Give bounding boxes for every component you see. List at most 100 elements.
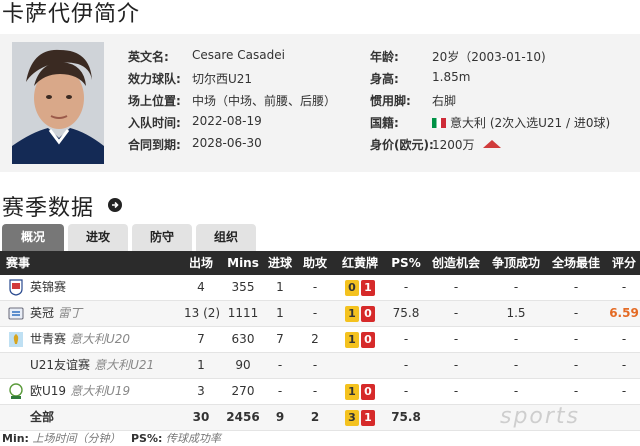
competition-name[interactable]: 世青赛 意大利U20 (30, 327, 180, 352)
rating: - (621, 280, 627, 294)
goals: 7 (276, 332, 284, 346)
man-of-match: - (573, 384, 579, 398)
market-value-label: 身价(欧元): (370, 138, 434, 152)
rating: - (621, 358, 627, 372)
rating: - (621, 384, 627, 398)
goals: 1 (276, 280, 284, 294)
player-photo (12, 42, 104, 164)
red-card-count: 0 (361, 331, 375, 348)
mins: 1111 (227, 306, 259, 320)
total-pass-success: 75.8 (391, 410, 421, 424)
col-competition: 赛事 (6, 256, 31, 270)
table-row: 英锦赛 4 355 1 - 01 - - - - - (0, 275, 640, 301)
team-value[interactable]: 切尔西U21 (192, 70, 252, 87)
chances-created: - (453, 280, 459, 294)
english-name-value: Cesare Casadei (192, 48, 285, 62)
man-of-match: - (573, 332, 579, 346)
pass-success: - (403, 332, 409, 346)
nationality-label: 国籍: (370, 116, 399, 130)
assists: 2 (311, 332, 319, 346)
col-rating: 评分 (611, 256, 636, 270)
team-name[interactable]: 意大利U20 (70, 332, 130, 346)
italy-flag-icon (432, 118, 446, 128)
team-label: 效力球队: (128, 72, 181, 86)
arrow-right-icon[interactable] (108, 198, 122, 212)
assists: - (312, 306, 318, 320)
yellow-card-count: 1 (345, 305, 359, 322)
aerials-won: - (513, 332, 519, 346)
cards: 01 (336, 275, 384, 300)
tab-organization[interactable]: 组织 (196, 224, 256, 251)
trend-up-icon (482, 140, 501, 148)
watermark-logo: sports (500, 404, 581, 429)
join-date-label: 入队时间: (128, 116, 181, 130)
tab-defense[interactable]: 防守 (132, 224, 192, 251)
goals: - (277, 384, 283, 398)
competition-name[interactable]: 英冠 雷丁 (30, 301, 180, 326)
apps: 1 (197, 358, 205, 372)
nationality-value: 意大利 (2次入选U21 / 进0球) (432, 114, 610, 131)
legend-min-key: Min: (2, 432, 29, 445)
height-label: 身高: (370, 72, 399, 86)
chances-created: - (453, 306, 459, 320)
market-value-text: 1200万 (432, 138, 475, 152)
legend-ps-key: PS%: (130, 432, 163, 445)
rating: 6.59 (609, 306, 639, 320)
col-chances: 创造机会 (431, 256, 480, 270)
goals: 1 (276, 306, 284, 320)
red-card-count: 0 (361, 305, 375, 322)
tab-overview[interactable]: 概况 (2, 224, 64, 251)
total-apps: 30 (192, 410, 210, 424)
total-cards: 31 (336, 405, 384, 430)
total-assists: 2 (310, 410, 320, 424)
apps: 13 (2) (184, 306, 221, 320)
team-name[interactable]: 意大利U19 (70, 384, 130, 398)
competition-name[interactable]: 英锦赛 (30, 275, 180, 300)
team-name[interactable]: 雷丁 (58, 306, 82, 320)
table-row: 欧U19 意大利U19 3 270 - - 10 - - - - - (0, 379, 640, 405)
competition-name[interactable]: U21友谊赛 意大利U21 (30, 353, 180, 378)
competition-label: U21友谊赛 (30, 358, 91, 372)
competition-label: 世青赛 (30, 332, 67, 346)
stats-tabs: 概况 进攻 防守 组织 (0, 224, 640, 251)
preferred-foot-label: 惯用脚: (370, 94, 411, 108)
age-value: 20岁（2003-01-10) (432, 50, 546, 64)
mins: 630 (231, 332, 255, 346)
position-label: 场上位置: (128, 94, 181, 108)
join-date-value: 2022-08-19 (192, 114, 262, 128)
apps: 4 (197, 280, 205, 294)
legend-ps-text: 传球成功率 (165, 432, 221, 445)
preferred-foot-value: 右脚 (432, 94, 457, 108)
competition-label: 欧U19 (30, 384, 67, 398)
apps: 7 (197, 332, 205, 346)
competition-label: 英冠 (30, 306, 55, 320)
yellow-card-count: 1 (345, 383, 359, 400)
col-mins: Mins (227, 256, 259, 270)
red-card-count: 0 (361, 383, 375, 400)
efl-trophy-icon (9, 279, 23, 296)
cards: 10 (336, 301, 384, 326)
euro-u19-icon (9, 383, 23, 399)
aerials-won: - (513, 280, 519, 294)
yellow-card-count: 1 (345, 331, 359, 348)
mins: 90 (235, 358, 251, 372)
competition-name[interactable]: 欧U19 意大利U19 (30, 379, 180, 404)
pass-success: - (403, 280, 409, 294)
cards: 10 (336, 327, 384, 352)
team-name[interactable]: 意大利U21 (94, 358, 154, 372)
col-goals: 进球 (267, 256, 292, 270)
legend-min-text: 上场时间（分钟） (32, 432, 121, 445)
man-of-match: - (573, 306, 579, 320)
col-assists: 助攻 (302, 256, 327, 270)
u20-world-cup-icon (9, 332, 23, 347)
chances-created: - (453, 384, 459, 398)
tab-attack[interactable]: 进攻 (68, 224, 128, 251)
man-of-match: - (573, 358, 579, 372)
market-value: 1200万 (432, 136, 501, 153)
age-label: 年龄: (370, 50, 399, 64)
table-row: U21友谊赛 意大利U21 1 90 - - - - - - - (0, 353, 640, 379)
man-of-match: - (573, 280, 579, 294)
col-motm: 全场最佳 (551, 256, 600, 270)
assists: - (312, 280, 318, 294)
championship-icon (8, 307, 24, 320)
